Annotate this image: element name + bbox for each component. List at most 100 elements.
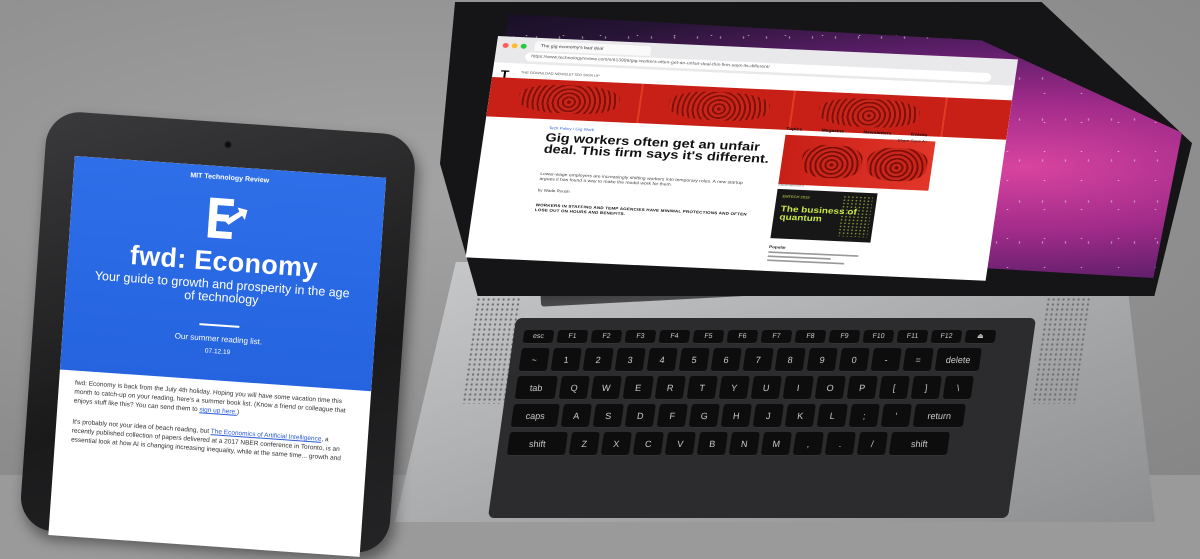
key-f12[interactable]: F12 (930, 330, 963, 344)
nav-topics[interactable]: Topics (786, 127, 802, 133)
key-char[interactable]: [ (878, 376, 910, 400)
key-char[interactable]: V (664, 432, 697, 456)
key-f11[interactable]: F11 (896, 330, 929, 344)
body-paragraph-2: It's probably not your idea of beach rea… (71, 417, 348, 463)
key-f8[interactable]: F8 (794, 330, 827, 344)
key-char[interactable]: B (696, 432, 729, 456)
minimize-window-icon[interactable] (511, 43, 519, 49)
article-headline: Gig workers often get an unfair deal. Th… (542, 131, 770, 167)
newsletter-header: MIT Technology Review fwd: Economy Your … (59, 155, 387, 392)
newsletter-body: fwd: Economy is back from the July 4th h… (70, 379, 351, 476)
key-char[interactable]: 9 (806, 348, 838, 372)
article-byline[interactable]: by Wade Roush (538, 188, 570, 194)
key-f1[interactable]: F1 (556, 330, 589, 344)
key-char[interactable]: W (590, 376, 622, 400)
article-dek: Lower-wage employers are increasingly sh… (539, 171, 744, 188)
key-char[interactable]: 0 (838, 348, 870, 372)
key-char[interactable]: . (824, 432, 857, 456)
key-char[interactable]: U (750, 376, 782, 400)
key-char[interactable]: I (782, 376, 814, 400)
key-char[interactable]: O (814, 376, 846, 400)
newsletter-brand: MIT Technology Review (190, 172, 270, 185)
ad-tag: EMTECH 2019 (782, 194, 810, 200)
key-char[interactable]: 3 (614, 348, 646, 372)
key-char[interactable]: S (592, 404, 624, 428)
key-f9[interactable]: F9 (828, 330, 861, 344)
newsletter-signup-link[interactable]: THE DOWNLOAD NEWSLETTER SIGN UP (521, 70, 600, 78)
key-f6[interactable]: F6 (726, 330, 759, 344)
key-char[interactable]: ' (880, 404, 912, 428)
key-char[interactable]: 6 (710, 348, 742, 372)
key-tab[interactable]: tab (514, 376, 558, 400)
front-camera (223, 140, 233, 149)
tablet-device: MIT Technology Review fwd: Economy Your … (18, 110, 418, 557)
key-char[interactable]: K (784, 404, 816, 428)
article-side-image (778, 134, 936, 191)
key-caps[interactable]: caps (510, 404, 560, 428)
key-char[interactable]: 7 (742, 348, 774, 372)
key-char[interactable]: P (846, 376, 878, 400)
key-char[interactable]: C (632, 432, 665, 456)
key-shift[interactable]: shift (506, 432, 569, 456)
key-shift[interactable]: shift (888, 432, 951, 456)
key-char[interactable]: 4 (646, 348, 678, 372)
sign-up-link[interactable]: sign up here. (199, 406, 237, 416)
key-char[interactable]: 2 (582, 348, 614, 372)
key-f10[interactable]: F10 (862, 330, 895, 344)
key-f7[interactable]: F7 (760, 330, 793, 344)
side-image-detail (799, 143, 865, 180)
key-char[interactable]: A (560, 404, 592, 428)
key-char[interactable]: ; (848, 404, 880, 428)
key-char[interactable]: / (856, 432, 889, 456)
close-window-icon[interactable] (502, 42, 510, 49)
key-char[interactable]: G (688, 404, 720, 428)
browser-tab-title: The gig economy's bad deal (540, 43, 604, 52)
popular-list[interactable] (767, 251, 859, 267)
key-char[interactable]: M (760, 432, 793, 456)
key-char[interactable]: Y (718, 376, 750, 400)
key-char[interactable]: H (720, 404, 752, 428)
key-char[interactable]: N (728, 432, 761, 456)
key-f5[interactable]: F5 (692, 330, 725, 344)
ad-pattern (837, 195, 874, 238)
ad-label: Advertisement (777, 182, 805, 188)
web-page: T THE DOWNLOAD NEWSLETTER SIGN UP Topics… (465, 62, 1015, 281)
browser-window: The gig economy's bad deal https://www.t… (465, 36, 1022, 281)
article-caption: WORKERS IN STAFFING AND TEMP AGENCIES HA… (534, 202, 748, 217)
maximize-window-icon[interactable] (520, 43, 528, 49)
key-char[interactable]: , (792, 432, 825, 456)
key-char[interactable]: E (622, 376, 654, 400)
key-char[interactable]: 5 (678, 348, 710, 372)
key-char[interactable]: = (902, 348, 934, 372)
key-f4[interactable]: F4 (658, 330, 691, 344)
side-image-detail (864, 146, 930, 183)
key-char[interactable]: 8 (774, 348, 806, 372)
key-char[interactable]: F (656, 404, 688, 428)
key-return[interactable]: return (912, 404, 966, 428)
key-esc[interactable]: esc (522, 330, 555, 344)
key-char[interactable]: R (654, 376, 686, 400)
nav-events[interactable]: Events (911, 132, 928, 138)
emtech-ad[interactable]: EMTECH 2019 The business of quantum (770, 188, 878, 243)
key-char[interactable]: L (816, 404, 848, 428)
key-f3[interactable]: F3 (624, 330, 657, 344)
key-char[interactable]: J (752, 404, 784, 428)
key-char[interactable]: Q (558, 376, 590, 400)
key-char[interactable]: D (624, 404, 656, 428)
hero-image-detail (667, 90, 772, 123)
key-char[interactable]: ] (910, 376, 942, 400)
key-delete[interactable]: delete (934, 348, 982, 372)
key-char[interactable]: X (600, 432, 633, 456)
key-f2[interactable]: F2 (590, 330, 623, 344)
key-char[interactable]: - (870, 348, 902, 372)
nav-magazine[interactable]: Magazine (821, 128, 844, 134)
key-char[interactable]: T (686, 376, 718, 400)
e-arrow-logo-icon (207, 197, 248, 240)
key-char[interactable]: ~ (518, 348, 550, 372)
key-char[interactable]: 1 (550, 348, 582, 372)
key-char[interactable]: Z (568, 432, 601, 456)
nav-newsletters[interactable]: Newsletters (863, 130, 892, 136)
key-char[interactable]: ⏏ (964, 330, 997, 344)
popular-item[interactable] (767, 259, 844, 265)
key-char[interactable]: \ (942, 376, 974, 400)
